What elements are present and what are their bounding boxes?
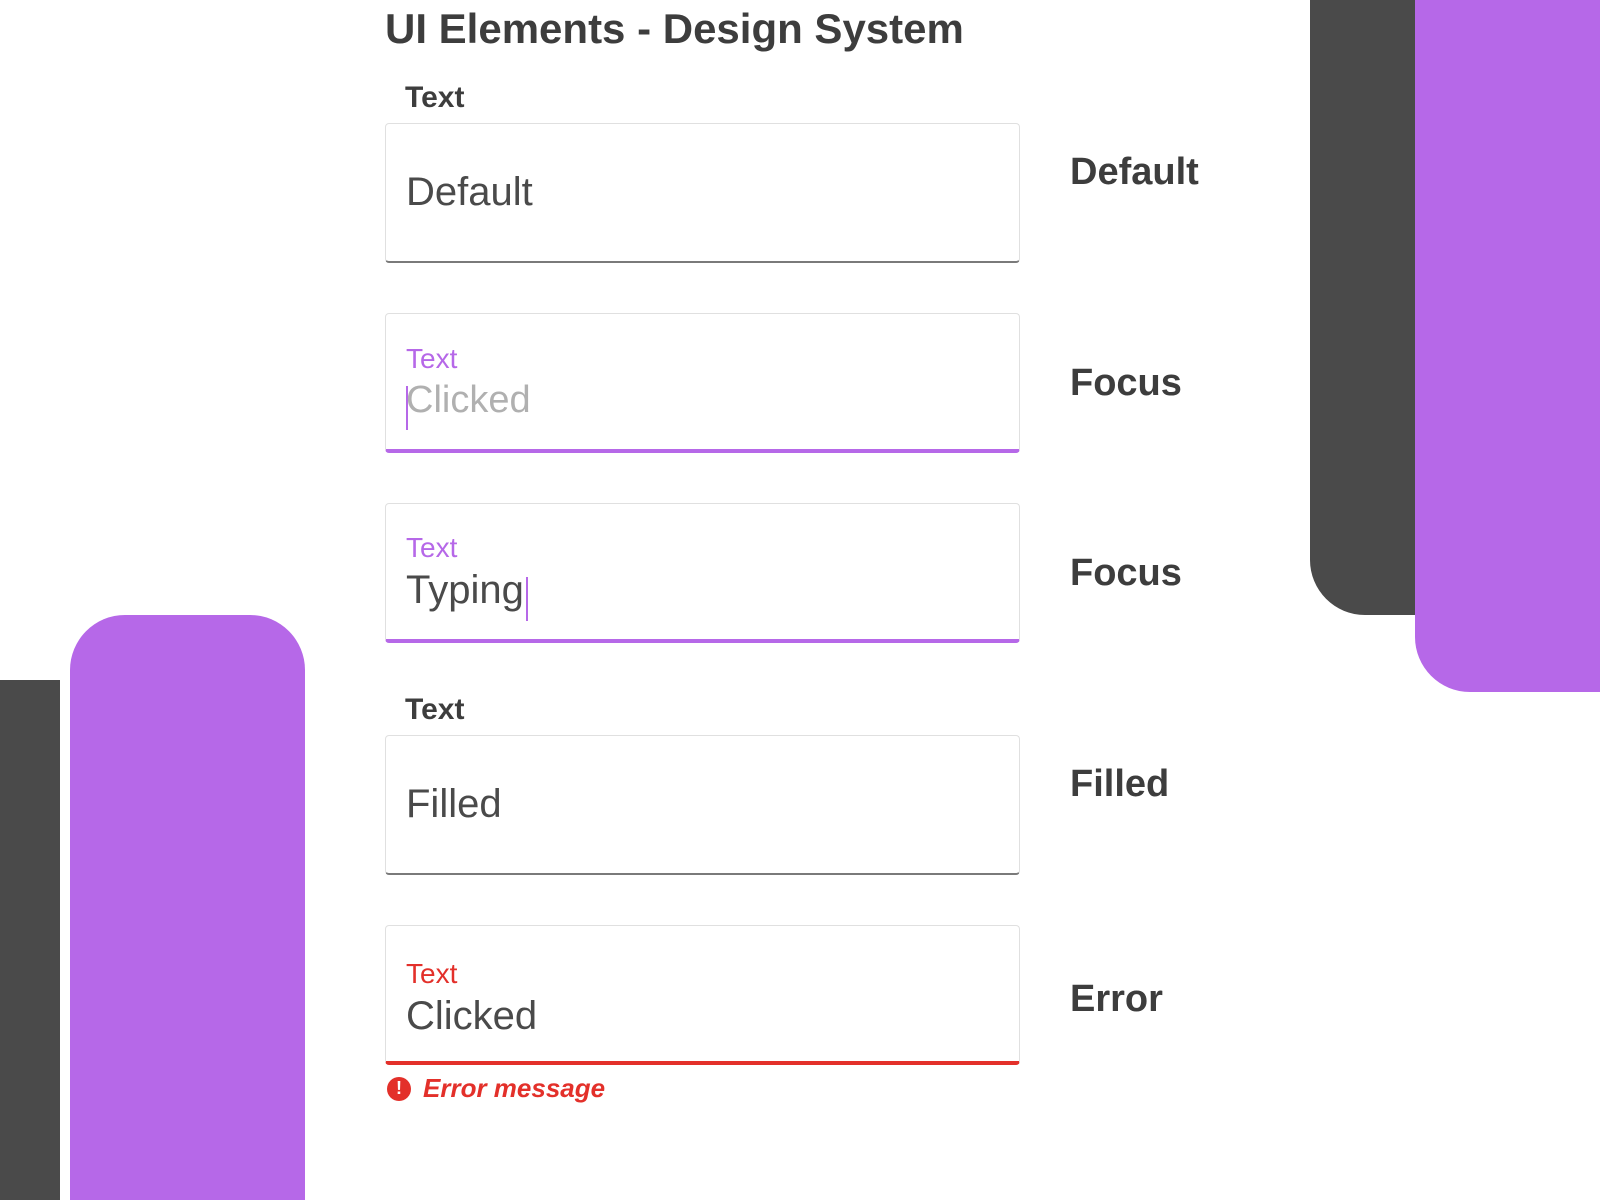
state-label-error: Error bbox=[1070, 978, 1163, 1021]
field-row-filled: Text Filled Filled bbox=[385, 693, 1285, 875]
field-row-error: Text Clicked ! Error message Error bbox=[385, 925, 1285, 1104]
text-input-focus-empty[interactable]: Text Clicked bbox=[385, 313, 1020, 453]
decorative-shape-dark-left bbox=[0, 680, 60, 1200]
state-label-focus-empty: Focus bbox=[1070, 362, 1182, 405]
caret-icon bbox=[526, 577, 528, 621]
state-label-filled: Filled bbox=[1070, 763, 1169, 806]
error-icon: ! bbox=[387, 1077, 411, 1101]
field-label-default: Text bbox=[405, 81, 1020, 115]
state-label-focus-typing: Focus bbox=[1070, 552, 1182, 595]
state-label-default: Default bbox=[1070, 151, 1199, 194]
input-value-error: Clicked bbox=[386, 990, 1019, 1039]
field-label-error: Text bbox=[386, 948, 1019, 990]
field-row-default: Text Default Default bbox=[385, 81, 1285, 263]
text-input-focus-typing[interactable]: Text Typing bbox=[385, 503, 1020, 643]
text-input-default[interactable]: Default bbox=[385, 123, 1020, 263]
error-message-row: ! Error message bbox=[387, 1073, 1020, 1104]
field-label-focus-empty: Text bbox=[386, 333, 1019, 375]
error-message-text: Error message bbox=[423, 1073, 605, 1104]
page-title: UI Elements - Design System bbox=[385, 5, 1285, 53]
decorative-shape-purple-right bbox=[1415, 0, 1600, 692]
input-placeholder-focus: Clicked bbox=[406, 375, 531, 422]
input-placeholder-default: Default bbox=[386, 170, 533, 215]
field-label-focus-typing: Text bbox=[386, 522, 1019, 564]
content-area: UI Elements - Design System Text Default… bbox=[385, 5, 1285, 1104]
input-value-typing: Typing bbox=[386, 564, 524, 613]
decorative-shape-purple-left bbox=[70, 615, 305, 1200]
text-input-filled[interactable]: Filled bbox=[385, 735, 1020, 875]
field-label-filled: Text bbox=[405, 693, 1020, 727]
input-value-filled: Filled bbox=[386, 782, 502, 827]
field-row-focus-typing: Text Typing Focus bbox=[385, 503, 1285, 643]
field-row-focus-empty: Text Clicked Focus bbox=[385, 313, 1285, 453]
text-input-error[interactable]: Text Clicked bbox=[385, 925, 1020, 1065]
